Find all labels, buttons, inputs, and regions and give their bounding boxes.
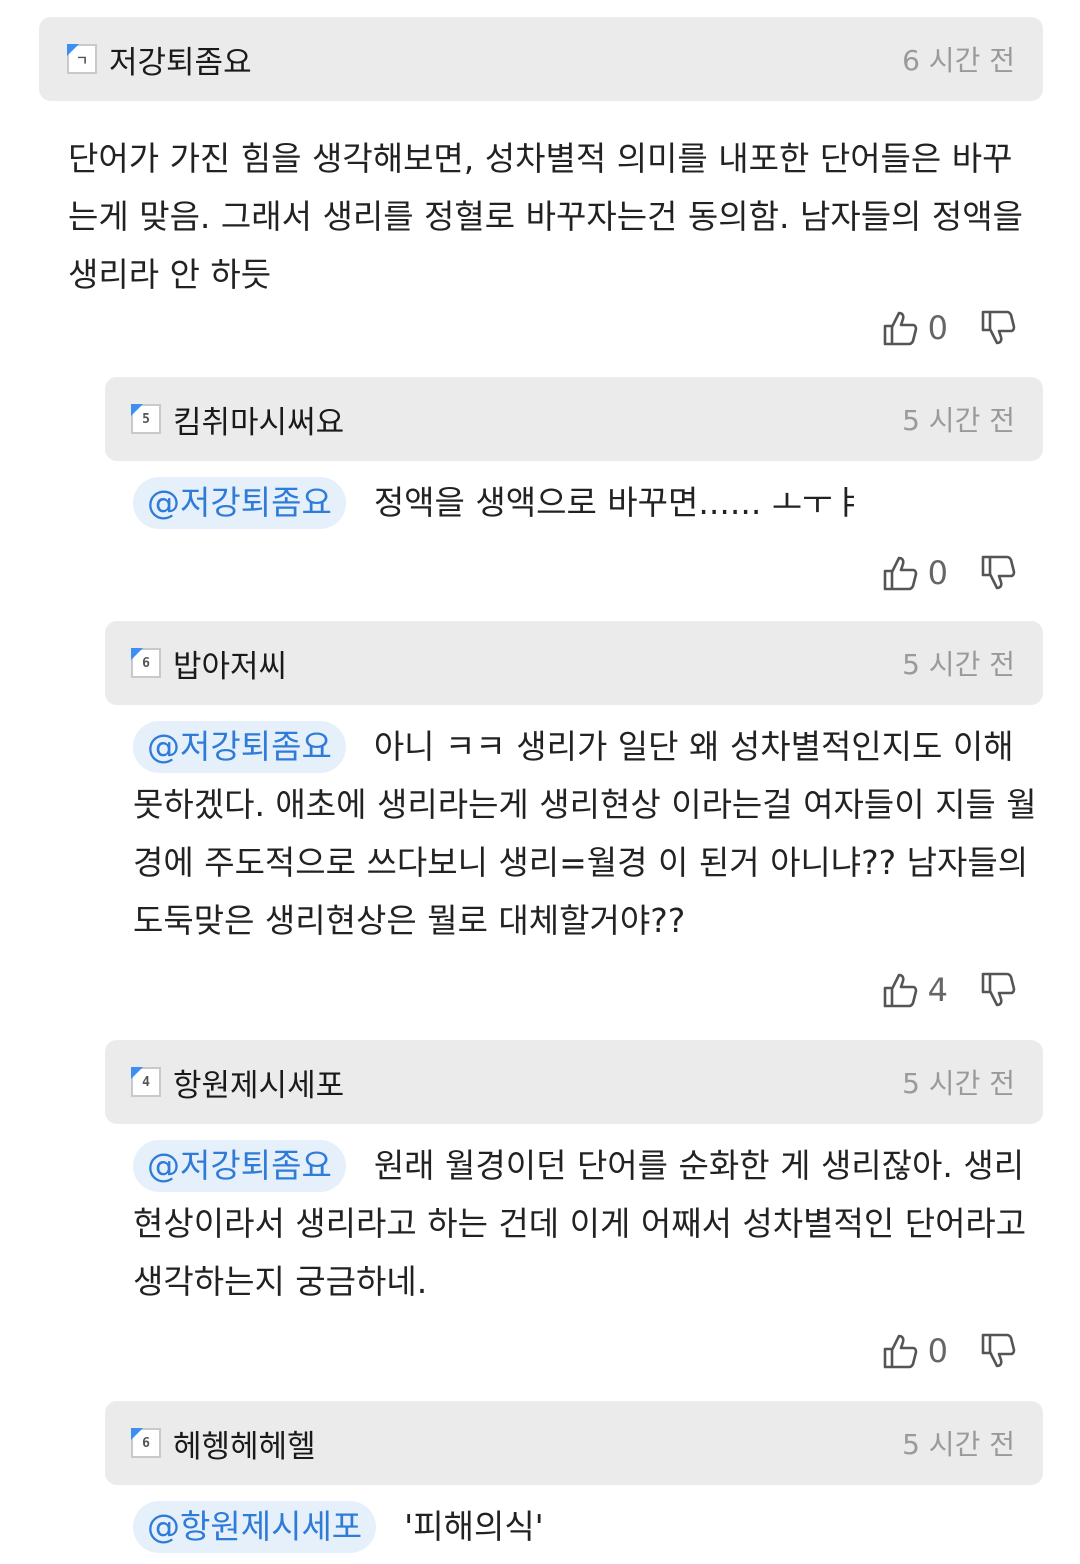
thumbs-up-icon <box>883 973 917 1008</box>
dislike-button[interactable] <box>980 1332 1016 1370</box>
author-nickname[interactable]: 저강퇴좀요 <box>109 37 252 82</box>
comment-text: '피해의식' <box>404 1507 544 1546</box>
like-button[interactable]: 0 <box>882 1332 948 1370</box>
user-level-icon: 6 <box>131 1428 161 1458</box>
thumbs-up-icon <box>883 1334 917 1369</box>
thumbs-down-icon <box>981 972 1016 1007</box>
author-nickname[interactable]: 헤헹헤헤헬 <box>173 1421 316 1466</box>
comment: ㄱ 저강퇴좀요 6 시간 전 단어가 가진 힘을 생각해보면, 성차별적 의미를… <box>0 17 1080 367</box>
comment-actions: 4 <box>882 965 1016 1015</box>
thumbs-down-icon <box>981 310 1016 345</box>
comment-header: 5 킴취마시써요 5 시간 전 <box>105 377 1043 461</box>
mention-tag[interactable]: @저강퇴좀요 <box>133 1140 346 1192</box>
thumbs-up-icon <box>883 311 917 346</box>
dislike-button[interactable] <box>980 554 1016 592</box>
comment-actions: 0 <box>882 303 1016 353</box>
thumbs-down-icon <box>981 1333 1016 1368</box>
author-nickname[interactable]: 킴취마시써요 <box>173 397 344 442</box>
user-level-icon: 5 <box>131 404 161 434</box>
like-count: 0 <box>927 554 948 592</box>
comment-body: @저강퇴좀요 정액을 생액으로 바꾸면...... ㅗㅜㅑ <box>133 474 1040 532</box>
comment-timestamp: 6 시간 전 <box>902 44 1015 77</box>
thumbs-down-icon <box>981 555 1016 590</box>
comment-timestamp: 5 시간 전 <box>902 1067 1015 1100</box>
comment-header: 6 밥아저씨 5 시간 전 <box>105 621 1043 705</box>
comment-header: ㄱ 저강퇴좀요 6 시간 전 <box>39 17 1043 101</box>
comment-timestamp: 5 시간 전 <box>902 404 1015 437</box>
comment-timestamp: 5 시간 전 <box>902 648 1015 681</box>
mention-tag[interactable]: @저강퇴좀요 <box>133 477 346 529</box>
comment-body: @저강퇴좀요 아니 ㅋㅋ 생리가 일단 왜 성차별적인지도 이해 못하겠다. 애초… <box>133 718 1040 950</box>
user-level-icon: ㄱ <box>67 44 97 74</box>
author-nickname[interactable]: 항원제시세포 <box>173 1060 344 1105</box>
comment-timestamp: 5 시간 전 <box>902 1428 1015 1461</box>
like-button[interactable]: 4 <box>882 971 948 1009</box>
thumbs-up-icon <box>883 556 917 591</box>
dislike-button[interactable] <box>980 309 1016 347</box>
reply-comment: 5 킴취마시써요 5 시간 전 @저강퇴좀요 정액을 생액으로 바꾸면......… <box>0 377 1080 607</box>
comment-text: 단어가 가진 힘을 생각해보면, 성차별적 의미를 내포한 단어들은 바꾸는게 … <box>68 139 1023 294</box>
reply-comment: 4 항원제시세포 5 시간 전 @저강퇴좀요 원래 월경이던 단어를 순화한 게 … <box>0 1040 1080 1390</box>
like-count: 0 <box>927 1332 948 1370</box>
comment-body: @저강퇴좀요 원래 월경이던 단어를 순화한 게 생리잖아. 생리현상이라서 생리… <box>133 1137 1040 1311</box>
comment-header: 4 항원제시세포 5 시간 전 <box>105 1040 1043 1124</box>
mention-tag[interactable]: @저강퇴좀요 <box>133 721 346 773</box>
dislike-button[interactable] <box>980 971 1016 1009</box>
reply-comment: 6 밥아저씨 5 시간 전 @저강퇴좀요 아니 ㅋㅋ 생리가 일단 왜 성차별적인… <box>0 621 1080 1026</box>
user-level-icon: 4 <box>131 1067 161 1097</box>
like-button[interactable]: 0 <box>882 554 948 592</box>
comment-header: 6 헤헹헤헤헬 5 시간 전 <box>105 1401 1043 1485</box>
comment-text: 정액을 생액으로 바꾸면...... ㅗㅜㅑ <box>373 483 863 522</box>
user-level-icon: 6 <box>131 648 161 678</box>
author-nickname[interactable]: 밥아저씨 <box>173 641 287 686</box>
like-button[interactable]: 0 <box>882 309 948 347</box>
like-count: 4 <box>927 971 948 1009</box>
comment-actions: 0 <box>882 548 1016 598</box>
mention-tag[interactable]: @항원제시세포 <box>133 1501 377 1553</box>
comment-actions: 0 <box>882 1326 1016 1376</box>
comment-body: @항원제시세포 '피해의식' <box>133 1498 1040 1556</box>
like-count: 0 <box>927 309 948 347</box>
reply-comment: 6 헤헹헤헤헬 5 시간 전 @항원제시세포 '피해의식' <box>0 1401 1080 1564</box>
